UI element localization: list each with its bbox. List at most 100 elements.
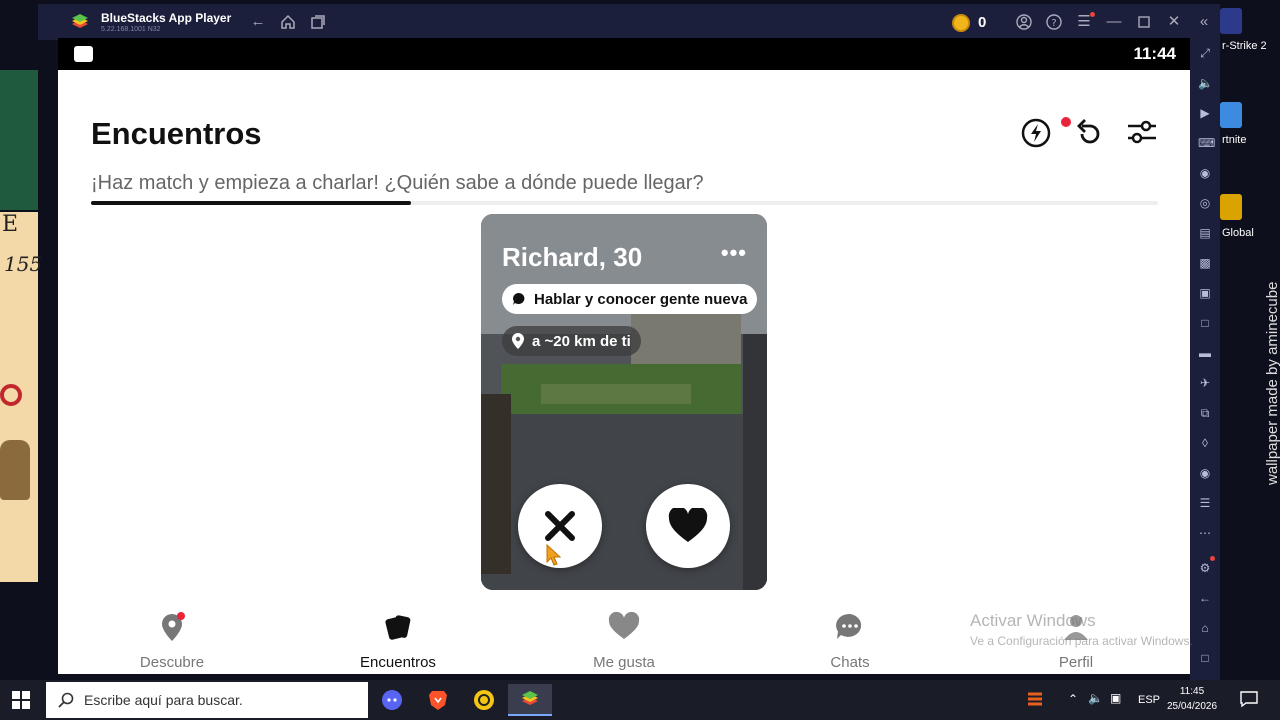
install-apk-icon[interactable]: ▤ xyxy=(1198,226,1212,240)
svg-text:?: ? xyxy=(1051,18,1056,29)
fullscreen-icon[interactable]: ⤢ xyxy=(1198,46,1212,60)
heart-icon xyxy=(607,610,641,644)
nav-chats[interactable]: Chats xyxy=(770,606,930,671)
nav-notification-dot xyxy=(177,612,185,620)
search-placeholder: Escribe aquí para buscar. xyxy=(84,692,243,708)
desktop-shortcut-label-cs2[interactable]: r-Strike 2 xyxy=(1222,40,1267,52)
nav-me-gusta[interactable]: Me gusta xyxy=(544,606,704,671)
airplane-icon[interactable]: ✈ xyxy=(1198,376,1212,390)
bluestacks-sidebar: ⤢ 🔈 ▶ ⌨ ◉ ◎ ▤ ▩ ▣ □ ▬ ✈ ⧉ ◊ ◉ ☰ ⋯ ⚙ ← ⌂ … xyxy=(1190,38,1220,680)
android-status-bar: 11:44 xyxy=(58,38,1190,70)
filters-icon[interactable] xyxy=(1124,114,1160,150)
chat-bubble-icon xyxy=(833,610,867,644)
eco-mode-icon[interactable]: ◊ xyxy=(1198,436,1212,450)
like-button[interactable] xyxy=(646,484,730,568)
screenshot-icon[interactable]: ▣ xyxy=(1198,286,1212,300)
multi-instance-icon[interactable]: ⧉ xyxy=(1198,406,1212,420)
progress-track xyxy=(91,201,1158,205)
status-time: 11:44 xyxy=(1133,44,1176,63)
bluestacks-titlebar: BlueStacks App Player 5.22.168.1001 N32 … xyxy=(38,4,1220,40)
notifications-icon[interactable] xyxy=(1240,690,1258,708)
collapse-sidebar-icon[interactable]: « xyxy=(1196,14,1212,30)
desktop-shortcut-icon[interactable] xyxy=(1220,8,1242,34)
keyboard-icon[interactable]: ⌨ xyxy=(1198,136,1215,150)
location-icon[interactable]: ◉ xyxy=(1198,466,1212,480)
desktop-shortcut-label-fortnite[interactable]: rtnite xyxy=(1222,134,1246,146)
nav-label: Me gusta xyxy=(593,654,655,671)
android-home-icon[interactable]: ⌂ xyxy=(1198,621,1212,635)
layers-icon[interactable]: ☰ xyxy=(1198,496,1212,510)
language-indicator[interactable]: ESP xyxy=(1138,694,1160,706)
gamepad-icon[interactable]: ◎ xyxy=(1198,196,1212,210)
activation-watermark-title: Activar Windows xyxy=(970,611,1096,630)
tray-app-icon[interactable] xyxy=(1026,690,1044,710)
taskbar-search-input[interactable]: Escribe aquí para buscar. xyxy=(46,682,368,718)
help-icon[interactable]: ? xyxy=(1046,14,1062,30)
wallpaper-credit: wallpaper made by aminecube xyxy=(1264,281,1280,485)
recent-apps-icon[interactable] xyxy=(310,14,326,30)
taskbar-brave[interactable] xyxy=(416,684,460,716)
minimize-icon[interactable]: — xyxy=(1106,14,1122,30)
poster-mark-icon xyxy=(0,384,22,406)
volume-icon[interactable]: 🔈 xyxy=(1198,76,1213,90)
android-back-icon[interactable]: ← xyxy=(1198,591,1212,605)
windows-taskbar: Escribe aquí para buscar. ⌃ 🔈 ▣ ESP 11:4… xyxy=(0,680,1280,720)
more-icon[interactable]: ⋯ xyxy=(1198,526,1212,540)
boost-icon[interactable] xyxy=(1018,114,1054,150)
windows-start-icon[interactable] xyxy=(12,691,30,709)
location-pin-icon xyxy=(512,333,524,349)
android-recents-icon[interactable]: □ xyxy=(1198,651,1212,665)
menu-icon[interactable]: ☰ xyxy=(1076,14,1092,30)
activation-watermark-subtitle: Ve a Configuración para activar Windows. xyxy=(970,634,1193,648)
record-icon[interactable]: □ xyxy=(1198,316,1212,330)
more-options-icon[interactable]: ••• xyxy=(721,240,747,266)
close-icon[interactable]: ✕ xyxy=(1166,14,1182,30)
bluestacks-icon xyxy=(522,691,538,705)
intent-chip: Hablar y conocer gente nueva xyxy=(502,284,758,314)
heart-icon xyxy=(668,508,708,542)
progress-fill xyxy=(91,201,412,205)
network-tray-icon[interactable]: ▣ xyxy=(1110,691,1121,705)
home-icon[interactable] xyxy=(280,14,296,30)
taskbar-clock[interactable]: 11:45 25/04/2026 xyxy=(1166,684,1218,714)
macro-icon[interactable]: ◉ xyxy=(1198,166,1212,180)
intent-chip-label: Hablar y conocer gente nueva xyxy=(534,290,748,308)
poster-figure xyxy=(0,440,30,500)
nav-descubre[interactable]: Descubre xyxy=(92,606,252,671)
account-icon[interactable] xyxy=(1016,14,1032,30)
desktop-shortcut-label-global[interactable]: Global xyxy=(1222,227,1254,239)
taskbar-time: 11:45 xyxy=(1179,686,1205,697)
cards-icon xyxy=(381,610,415,644)
app-screen: Encuentros ¡Haz match y empieza a charla… xyxy=(58,70,1190,674)
tray-overflow-icon[interactable]: ⌃ xyxy=(1068,692,1078,706)
notification-icon xyxy=(74,46,93,62)
discord-icon xyxy=(382,690,402,710)
profile-card[interactable]: Richard, 30 ••• Hablar y conocer gente n… xyxy=(481,214,767,590)
location-pin-icon xyxy=(155,610,189,644)
coin-count[interactable]: 0 xyxy=(978,14,986,31)
undo-icon[interactable] xyxy=(1070,114,1106,150)
poster-text-155: 155 xyxy=(4,252,43,276)
folder-icon[interactable]: ▬ xyxy=(1198,346,1212,360)
desktop: E 155 r-Strike 2 rtnite Global wallpaper… xyxy=(0,0,1280,720)
desktop-shortcut-icon[interactable] xyxy=(1220,102,1242,128)
bluestacks-logo-icon xyxy=(72,14,88,28)
coin-icon[interactable] xyxy=(952,14,970,32)
desktop-shortcut-icon[interactable] xyxy=(1220,194,1242,220)
taskbar-discord[interactable] xyxy=(370,684,414,716)
taskbar-bluestacks[interactable] xyxy=(508,684,552,716)
menu-notification-dot xyxy=(1090,12,1095,17)
nav-label: Perfil xyxy=(1058,654,1094,671)
nav-label: Chats xyxy=(830,654,870,671)
page-title: Encuentros xyxy=(91,116,262,151)
volume-tray-icon[interactable]: 🔈 xyxy=(1088,691,1103,705)
back-arrow-icon[interactable]: ← xyxy=(250,14,266,30)
taskbar-app-yellow[interactable] xyxy=(462,684,506,716)
media-icon[interactable]: ▶ xyxy=(1198,106,1212,120)
maximize-icon[interactable] xyxy=(1136,14,1152,30)
fps-icon[interactable]: ▩ xyxy=(1198,256,1212,270)
chat-bubble-icon xyxy=(513,293,525,305)
settings-icon[interactable]: ⚙ xyxy=(1198,561,1212,575)
desktop-window-fragment xyxy=(0,70,38,210)
nav-encuentros[interactable]: Encuentros xyxy=(318,606,478,671)
